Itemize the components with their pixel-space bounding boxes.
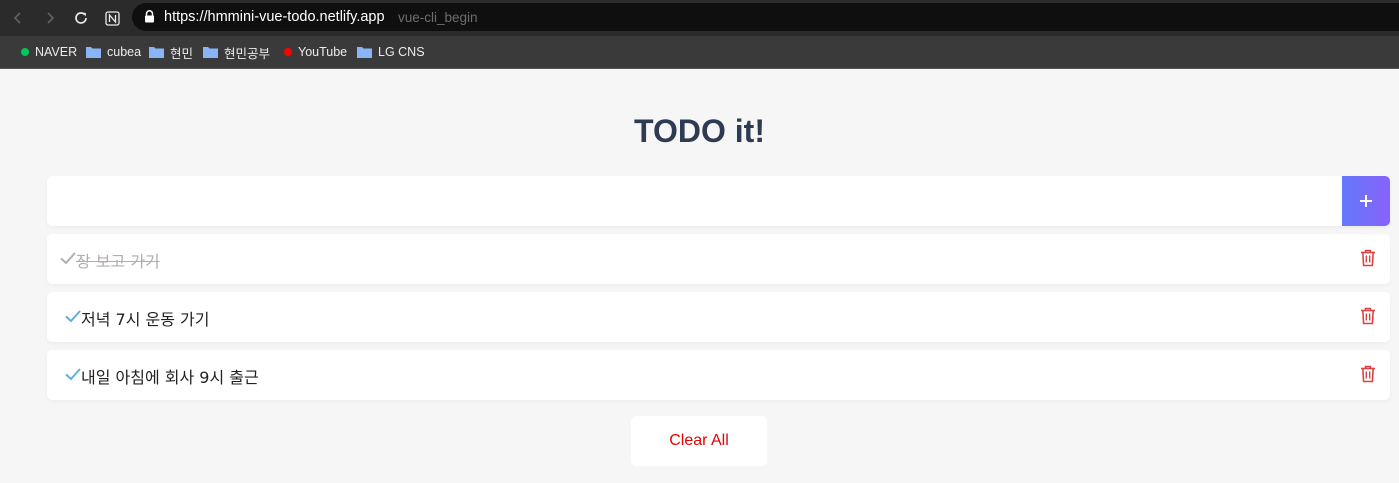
- forward-button[interactable]: [40, 8, 60, 28]
- clear-all-container[interactable]: Clear All: [631, 416, 767, 466]
- trash-icon[interactable]: [1360, 249, 1376, 267]
- lock-icon: [145, 10, 154, 23]
- bookmark-label: NAVER: [35, 45, 78, 59]
- todo-app: TODO it! 장 보고 가기 저녁 7시 운동 가기 내일 아침에 회사 9…: [0, 69, 1399, 483]
- back-arrow-icon: [13, 12, 21, 24]
- check-icon[interactable]: [64, 365, 82, 383]
- trash-icon[interactable]: [1360, 365, 1376, 383]
- url-text: https://hmmini-vue-todo.netlify.app: [164, 9, 385, 25]
- address-bar[interactable]: https://hmmini-vue-todo.netlify.app vue-…: [132, 3, 1399, 31]
- notion-icon: [104, 10, 120, 26]
- folder-icon: [203, 47, 218, 58]
- folder-icon: [86, 47, 101, 58]
- todo-text: 저녁 7시 운동 가기: [81, 310, 210, 329]
- bookmark-hyunmin-study[interactable]: 현민공부: [203, 44, 271, 61]
- todo-item: 저녁 7시 운동 가기: [47, 292, 1390, 342]
- todo-item: 장 보고 가기: [47, 234, 1390, 284]
- browser-chrome: https://hmmini-vue-todo.netlify.app vue-…: [0, 0, 1399, 69]
- check-icon[interactable]: [59, 249, 77, 267]
- bookmark-lg-cns[interactable]: LG CNS: [357, 44, 425, 60]
- bookmark-label: YouTube: [298, 45, 348, 59]
- bookmark-youtube[interactable]: YouTube: [284, 44, 347, 60]
- bookmark-label: LG CNS: [378, 45, 425, 59]
- folder-icon: [149, 47, 164, 58]
- bookmark-label: 현민: [170, 46, 194, 61]
- folder-icon: [357, 47, 372, 58]
- page-title: TODO it!: [634, 113, 765, 149]
- todo-input[interactable]: [47, 176, 1342, 226]
- todo-item: 내일 아침에 회사 9시 출근: [47, 350, 1390, 400]
- todo-text: 장 보고 가기: [76, 252, 160, 271]
- red-dot-icon: [284, 48, 292, 56]
- extension-button[interactable]: [102, 8, 122, 28]
- todo-list: 장 보고 가기 저녁 7시 운동 가기 내일 아침에 회사 9시 출근: [47, 234, 1390, 408]
- bookmark-cubea[interactable]: cubea: [86, 44, 141, 60]
- bookmark-naver[interactable]: NAVER: [21, 44, 77, 60]
- back-button[interactable]: [8, 8, 28, 28]
- bookmark-label: cubea: [107, 45, 142, 59]
- bookmark-hyunmin[interactable]: 현민: [149, 44, 194, 61]
- todo-input-container: [47, 176, 1390, 226]
- url-suggestion-hint: vue-cli_begin: [398, 10, 478, 25]
- trash-icon[interactable]: [1360, 307, 1376, 325]
- todo-text: 내일 아침에 회사 9시 출근: [81, 368, 259, 387]
- add-todo-button[interactable]: [1342, 176, 1390, 226]
- plus-icon: [1360, 195, 1372, 207]
- reload-button[interactable]: [71, 8, 91, 28]
- green-dot-icon: [21, 48, 29, 56]
- forward-arrow-icon: [47, 12, 55, 24]
- bookmark-label: 현민공부: [224, 46, 271, 61]
- clear-all-button[interactable]: Clear All: [669, 432, 729, 450]
- browser-toolbar: https://hmmini-vue-todo.netlify.app vue-…: [0, 0, 1399, 36]
- bookmarks-bar: NAVER cubea 현민 현민공부 YouTube LG CNS: [0, 36, 1399, 69]
- reload-icon: [75, 12, 87, 24]
- check-icon[interactable]: [64, 307, 82, 325]
